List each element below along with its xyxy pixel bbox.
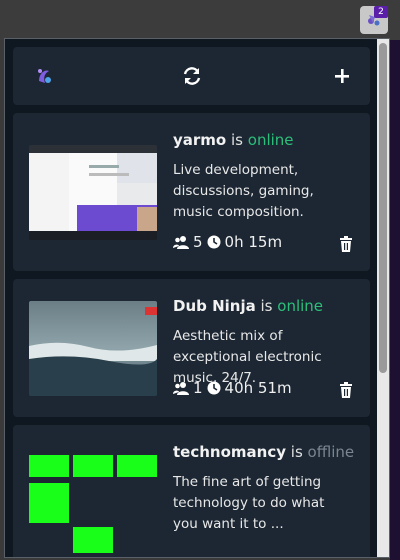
stream-stats: 5 0h 15m bbox=[173, 233, 282, 251]
page-background bbox=[390, 40, 400, 560]
clock-icon bbox=[207, 235, 221, 249]
stream-thumbnail bbox=[29, 145, 157, 240]
browser-toolbar bbox=[0, 0, 400, 40]
refresh-icon bbox=[183, 67, 201, 85]
stream-duration: 40h 51m bbox=[224, 379, 292, 397]
stream-card-technomancy[interactable]: technomancy is offline The fine art of g… bbox=[13, 425, 370, 557]
stream-thumbnail bbox=[29, 453, 157, 553]
popup-panel: yarmo is online Live development, discus… bbox=[4, 38, 390, 558]
stream-name[interactable]: yarmo bbox=[173, 131, 226, 149]
add-stream-button[interactable] bbox=[331, 65, 353, 87]
stream-is-label: is bbox=[290, 443, 303, 461]
stream-status: online bbox=[277, 297, 324, 315]
stream-is-label: is bbox=[231, 131, 243, 149]
stream-status: offline bbox=[307, 443, 355, 461]
stream-description: The fine art of getting technology to do… bbox=[173, 474, 325, 532]
clock-icon bbox=[207, 381, 221, 395]
popup-toolbar bbox=[13, 47, 370, 105]
stream-title: Dub Ninja is online bbox=[173, 297, 323, 315]
stream-thumbnail bbox=[29, 301, 157, 396]
viewers-icon bbox=[173, 236, 189, 249]
logo-icon bbox=[33, 65, 55, 87]
stream-status: online bbox=[247, 131, 294, 149]
delete-stream-button[interactable] bbox=[339, 382, 353, 398]
stream-name[interactable]: Dub Ninja bbox=[173, 297, 256, 315]
plus-icon bbox=[335, 69, 349, 83]
extension-badge: 2 bbox=[374, 6, 388, 18]
stream-title: yarmo is online bbox=[173, 131, 294, 149]
viewers-icon bbox=[173, 382, 189, 395]
stream-stats: 1 40h 51m bbox=[173, 379, 292, 397]
scrollbar-thumb[interactable] bbox=[379, 43, 387, 373]
viewer-count: 5 bbox=[193, 233, 203, 251]
stream-card-dub-ninja[interactable]: Dub Ninja is online Aesthetic mix of exc… bbox=[13, 279, 370, 417]
stream-title: technomancy is offline bbox=[173, 443, 354, 461]
delete-stream-button[interactable] bbox=[339, 236, 353, 252]
stream-duration: 0h 15m bbox=[224, 233, 283, 251]
stream-description: Live development, discussions, gaming, m… bbox=[173, 162, 314, 220]
stream-is-label: is bbox=[260, 297, 273, 315]
stream-card-yarmo[interactable]: yarmo is online Live development, discus… bbox=[13, 113, 370, 271]
viewer-count: 1 bbox=[193, 379, 203, 397]
stream-name[interactable]: technomancy bbox=[173, 443, 286, 461]
scrollbar[interactable] bbox=[377, 39, 389, 557]
refresh-button[interactable] bbox=[181, 65, 203, 87]
